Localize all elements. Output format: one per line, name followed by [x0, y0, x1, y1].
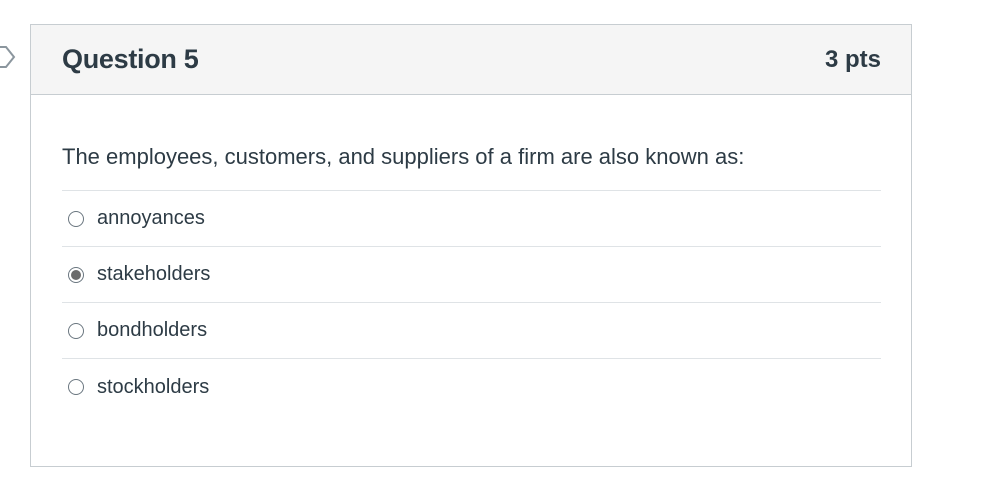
radio-button[interactable] — [68, 210, 84, 227]
radio-button[interactable] — [68, 379, 84, 395]
answer-label: stockholders — [97, 375, 210, 398]
answer-option-bondholders[interactable]: bondholders — [62, 303, 881, 359]
radio-button[interactable] — [68, 322, 84, 339]
question-points: 3 pts — [824, 45, 881, 73]
answer-list: annoyances stakeholders bondholders stoc… — [62, 190, 881, 415]
radio-button-selected[interactable] — [68, 266, 84, 283]
answer-option-stakeholders[interactable]: stakeholders — [62, 247, 881, 303]
answer-option-annoyances[interactable]: annoyances — [62, 191, 881, 247]
question-card: Question 5 3 pts The employees, customer… — [30, 24, 912, 467]
answer-label: bondholders — [97, 319, 208, 341]
answer-option-stockholders[interactable]: stockholders — [62, 359, 881, 415]
question-text: The employees, customers, and suppliers … — [62, 144, 745, 169]
question-flag-icon[interactable] — [0, 44, 18, 70]
question-title: Question 5 — [62, 44, 199, 74]
answer-label: stakeholders — [97, 263, 211, 285]
question-header: Question 5 3 pts — [31, 25, 911, 95]
question-body: The employees, customers, and suppliers … — [31, 144, 911, 415]
answer-label: annoyances — [97, 207, 205, 229]
